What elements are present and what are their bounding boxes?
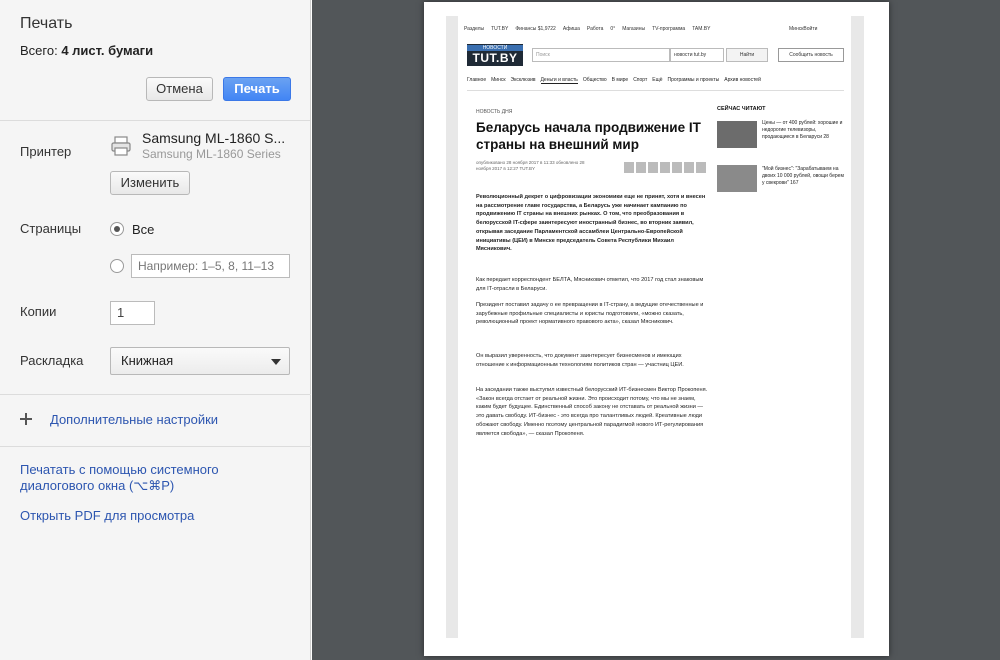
menu-item: Деньги и власть <box>540 77 578 84</box>
menu-divider <box>467 90 844 91</box>
pages-custom-radio[interactable] <box>110 259 124 273</box>
article-headline: Беларусь начала продвижение IT страны на… <box>476 120 701 152</box>
topnav-item: Афиша <box>562 26 580 32</box>
menu-item: В мире <box>611 77 629 83</box>
system-dialog-link[interactable]: Печатать с помощью системного диалоговог… <box>20 462 219 494</box>
topnav-item: Магазины <box>622 26 646 32</box>
printer-name: Samsung ML-1860 S... <box>142 130 286 146</box>
layout-selected: Книжная <box>121 353 174 368</box>
total-value: 4 лист. бумаги <box>61 43 154 58</box>
topnav-item: TAM.BY <box>692 26 711 32</box>
site-main-menu: Главное Минск Эксклюзив Деньги и власть Обще… <box>467 77 766 84</box>
print-header: Печать Всего: 4 лист. бумаги Отмена Печа… <box>0 0 310 121</box>
sidebar-thumbnail <box>717 121 757 148</box>
plus-icon[interactable] <box>20 413 32 425</box>
site-report-news-button: Сообщить новость <box>778 48 844 62</box>
page-margin-right <box>851 16 864 638</box>
article-meta: опубликовано 28 ноября 2017 в 11:33 обно… <box>476 160 585 171</box>
article-paragraph: Он выразил уверенность, что документ заи… <box>476 353 684 368</box>
sidebar-title: СЕЙЧАС ЧИТАЮТ <box>717 106 766 112</box>
system-dialog-line2: диалогового окна (⌥⌘P) <box>20 478 175 493</box>
article-paragraph: На заседании также выступил известный бе… <box>476 387 708 437</box>
pages-all-label[interactable]: Все <box>132 222 154 237</box>
more-settings-link[interactable]: Дополнительные настройки <box>50 412 218 428</box>
topnav-item: TV-программа <box>652 26 686 32</box>
chevron-down-icon <box>271 359 281 365</box>
print-settings-panel: Печать Всего: 4 лист. бумаги Отмена Печа… <box>0 0 311 660</box>
site-search-input: Поиск <box>532 48 670 62</box>
printer-label: Принтер <box>20 144 72 159</box>
divider <box>0 446 311 447</box>
sidebar-thumbnail <box>717 165 757 192</box>
print-button[interactable]: Печать <box>223 77 291 101</box>
open-pdf-link[interactable]: Открыть PDF для просмотра <box>20 508 194 524</box>
pages-range-input[interactable]: Например: 1–5, 8, 11–13 <box>131 254 290 278</box>
menu-item: Программы и проекты <box>667 77 720 83</box>
printer-icon <box>111 136 131 156</box>
site-logo: НОВОСТИ TUT.BY <box>467 44 523 66</box>
menu-item: Эксклюзив <box>510 77 536 83</box>
menu-item: Минск <box>491 77 506 83</box>
menu-item: Спорт <box>633 77 648 83</box>
print-preview-area[interactable]: Разделы TUT.BY Финансы $1,9722 Афиша Работа 0… <box>312 0 1000 660</box>
system-dialog-line1: Печатать с помощью системного <box>20 462 219 477</box>
topnav-item: Работа <box>586 26 604 32</box>
dialog-title: Печать <box>20 15 73 32</box>
topnav-item: Финансы $1,9722 <box>515 26 556 32</box>
article-paragraph: Как передает корреспондент БЕЛТА, Мясник… <box>476 277 704 292</box>
menu-item: Ещё <box>652 77 663 83</box>
topnav-right-item: Минск <box>789 26 804 32</box>
site-search-button: Найти <box>726 48 768 62</box>
article-paragraph: Президент поставил задачу о ее превращен… <box>476 302 704 326</box>
topnav-right-item: Войти <box>803 26 818 32</box>
pages-label: Страницы <box>20 221 82 236</box>
layout-select[interactable]: Книжная <box>110 347 290 375</box>
menu-item: Главное <box>467 77 487 83</box>
article-lead: Революционный декрет о цифровизации экон… <box>476 194 706 253</box>
site-search-select: новости tut.by <box>670 48 724 62</box>
preview-page: Разделы TUT.BY Финансы $1,9722 Афиша Работа 0… <box>424 2 889 656</box>
topnav-item: 0° <box>610 26 616 32</box>
pages-all-radio[interactable] <box>110 222 124 236</box>
change-printer-button[interactable]: Изменить <box>110 171 190 195</box>
layout-label: Раскладка <box>20 353 84 368</box>
menu-item: Архив новостей <box>724 77 761 83</box>
total-sheets: Всего: 4 лист. бумаги <box>20 43 153 58</box>
site-top-nav-right: МинскВойти <box>789 26 817 32</box>
menu-item: Общество <box>582 77 607 83</box>
copies-input[interactable]: 1 <box>110 301 155 325</box>
logo-big-text: TUT.BY <box>472 51 518 65</box>
site-top-nav: Разделы TUT.BY Финансы $1,9722 Афиша Работа 0… <box>464 26 717 32</box>
printer-subname: Samsung ML-1860 Series <box>142 147 281 161</box>
copies-label: Копии <box>20 304 57 319</box>
share-icons <box>624 160 708 173</box>
total-prefix: Всего: <box>20 43 62 58</box>
topnav-item: TUT.BY <box>491 26 509 32</box>
divider <box>0 394 311 395</box>
topnav-item: Разделы <box>464 26 485 32</box>
page-margin-left <box>446 16 458 638</box>
sidebar-item-text: "Мой бизнес": "Зарабатываем на двоих 10 … <box>762 166 844 186</box>
cancel-button[interactable]: Отмена <box>146 77 213 101</box>
sidebar-item-text: Цены — от 400 рублей: хорошие и недороги… <box>762 120 843 140</box>
article-kicker: НОВОСТЬ ДНЯ <box>476 109 513 115</box>
